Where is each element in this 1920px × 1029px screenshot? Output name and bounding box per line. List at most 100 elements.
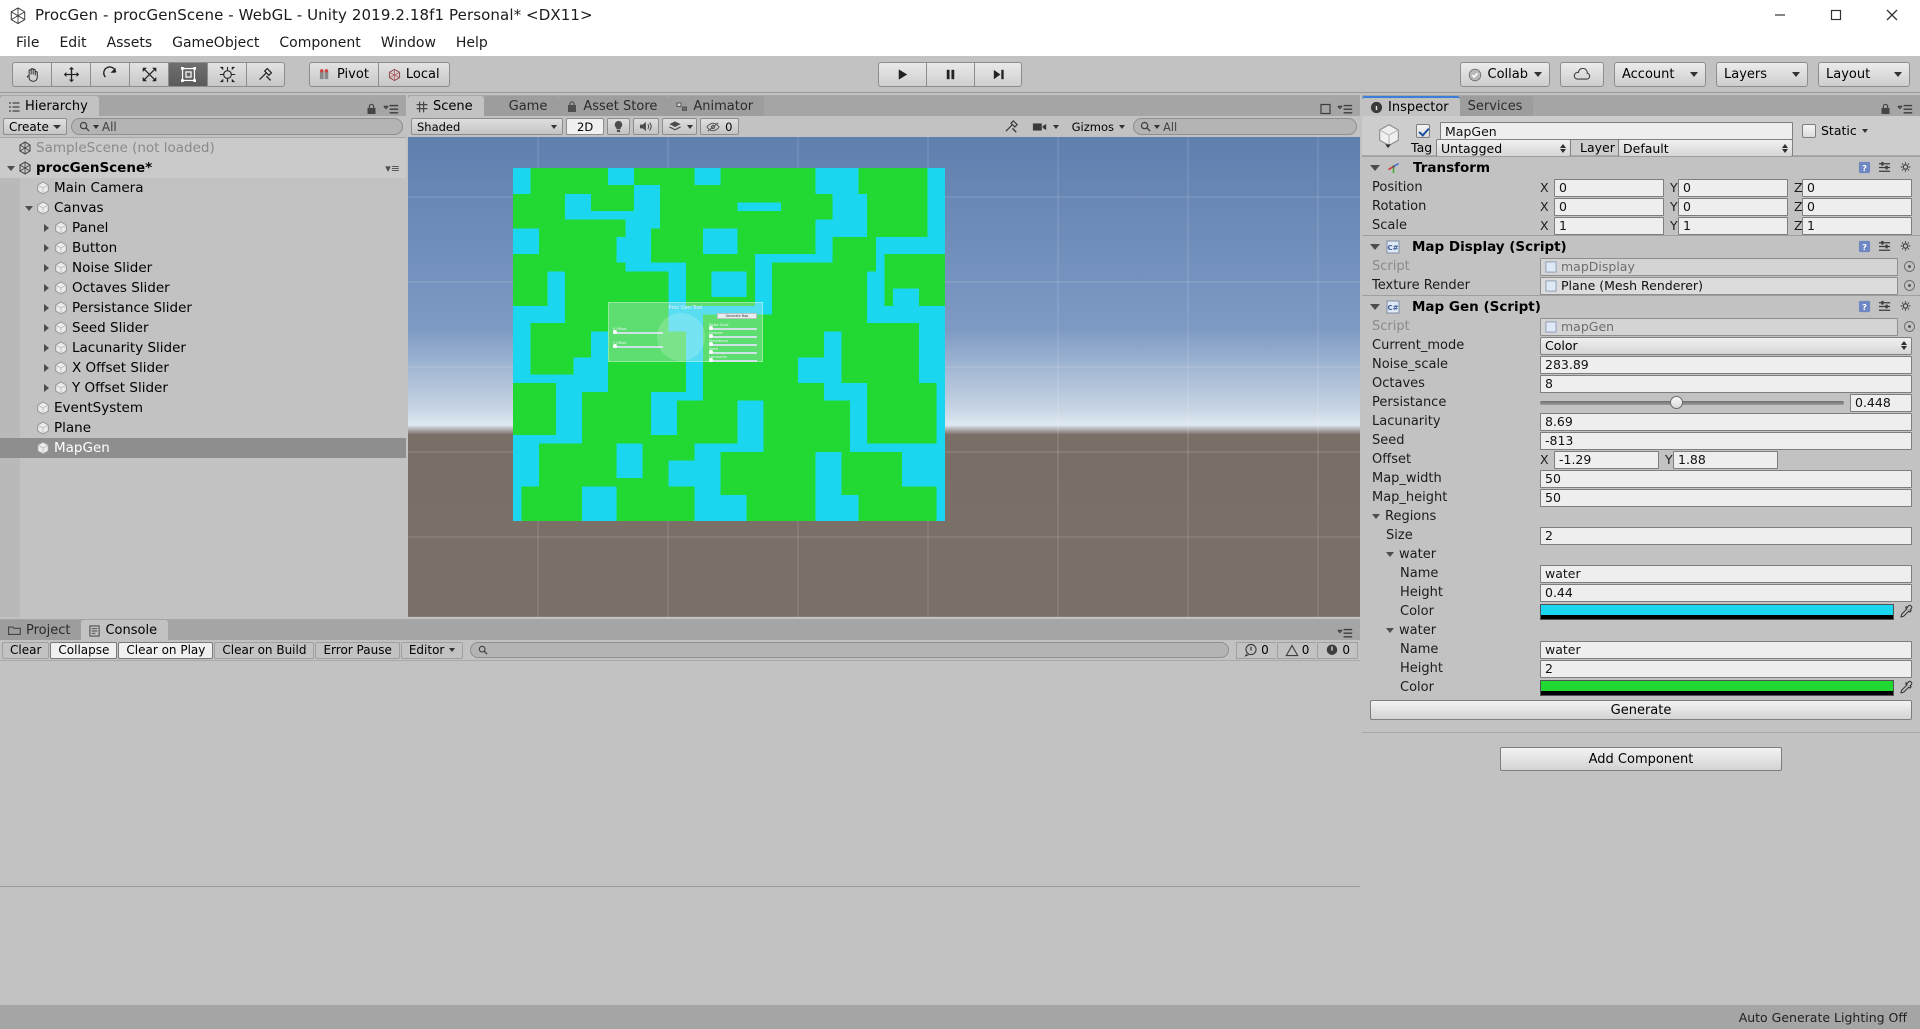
tab-project[interactable]: Project	[0, 620, 82, 641]
chevron-right-icon[interactable]	[40, 344, 53, 352]
mode-dropdown[interactable]: Color	[1540, 336, 1912, 355]
tab-hierarchy[interactable]: Hierarchy	[0, 96, 99, 117]
chevron-right-icon[interactable]	[40, 264, 53, 272]
slider-track[interactable]	[1540, 395, 1844, 409]
menu-file[interactable]: File	[6, 33, 49, 53]
color-swatch-field[interactable]	[1540, 679, 1894, 696]
transform-tool-button[interactable]	[207, 61, 246, 87]
hierarchy-row[interactable]: SampleScene (not loaded)	[0, 138, 406, 158]
canvas-slider-seed[interactable]: Seed	[709, 347, 757, 355]
chevron-down-icon[interactable]	[1386, 628, 1394, 633]
offset-y-field[interactable]: 1.88	[1673, 450, 1778, 469]
toggle-2d-button[interactable]: 2D	[566, 118, 605, 135]
value-field[interactable]: 50	[1540, 488, 1912, 507]
static-toggle[interactable]: Static	[1802, 123, 1868, 138]
account-button[interactable]: Account	[1614, 62, 1706, 87]
position-z-field[interactable]: 1	[1802, 216, 1912, 235]
hierarchy-row[interactable]: MapGen	[0, 438, 406, 458]
position-z-field[interactable]: 0	[1802, 197, 1912, 216]
position-y-field[interactable]: 0	[1678, 197, 1788, 216]
slider-field[interactable]: 0.448	[1540, 393, 1920, 412]
console-error-counter[interactable]: 0	[1317, 641, 1358, 659]
console-clear-on-play-button[interactable]: Clear on Play	[118, 641, 214, 659]
canvas-slider-noise[interactable]: Noise Scale	[709, 323, 757, 331]
object-name-field[interactable]: MapGen	[1440, 122, 1793, 140]
tab-services[interactable]: Services	[1459, 96, 1534, 117]
help-icon[interactable]: ?	[1858, 161, 1871, 174]
hierarchy-row[interactable]: Seed Slider	[0, 318, 406, 338]
vector3-field[interactable]: X0Y0Z0	[1540, 197, 1920, 216]
object-reference-field[interactable]: Plane (Mesh Renderer)	[1540, 276, 1898, 295]
hierarchy-row[interactable]: X Offset Slider	[0, 358, 406, 378]
hierarchy-row[interactable]: Y Offset Slider	[0, 378, 406, 398]
color-field-row[interactable]	[1540, 679, 1920, 696]
hierarchy-row[interactable]: procGenScene* ▾≡	[0, 158, 406, 178]
hierarchy-row[interactable]: Noise Slider	[0, 258, 406, 278]
scene-viewport[interactable]: Proc Gen Tool Generate Map Noise Scale O…	[408, 137, 1360, 617]
play-button[interactable]	[878, 62, 926, 87]
position-x-field[interactable]: 0	[1554, 178, 1664, 197]
value-field[interactable]: 8	[1540, 374, 1912, 393]
menu-edit[interactable]: Edit	[49, 33, 96, 53]
hierarchy-row[interactable]: Canvas	[0, 198, 406, 218]
lock-icon[interactable]	[366, 103, 377, 115]
value-field[interactable]: 0.44	[1540, 583, 1912, 602]
console-splitter[interactable]	[0, 886, 1360, 887]
scale-tool-button[interactable]	[129, 61, 168, 87]
vector2-field[interactable]: X -1.29 Y 1.88	[1540, 450, 1920, 469]
layout-button[interactable]: Layout	[1818, 62, 1910, 87]
close-button[interactable]	[1864, 0, 1920, 30]
color-swatch-field[interactable]	[1540, 603, 1894, 620]
chevron-right-icon[interactable]	[40, 364, 53, 372]
chevron-right-icon[interactable]	[40, 284, 53, 292]
chevron-down-icon[interactable]	[1370, 164, 1380, 171]
canvas-slider-y-offset[interactable]: Y Offset	[613, 341, 663, 349]
generate-button[interactable]: Generate	[1370, 700, 1912, 720]
gear-icon[interactable]	[1899, 300, 1912, 313]
scene-search-input[interactable]: All	[1133, 118, 1357, 135]
static-checkbox[interactable]	[1802, 123, 1816, 138]
tab-scene[interactable]: Scene	[408, 96, 484, 117]
console-collapse-button[interactable]: Collapse	[50, 641, 118, 659]
step-button[interactable]	[974, 62, 1022, 87]
row-label[interactable]: water	[1362, 623, 1540, 638]
hierarchy-search-input[interactable]: All	[70, 118, 403, 135]
value-field[interactable]: water	[1540, 564, 1912, 583]
custom-tool-button[interactable]	[246, 61, 285, 87]
hierarchy-row[interactable]: Plane	[0, 418, 406, 438]
menu-help[interactable]: Help	[446, 33, 498, 53]
component-header[interactable]: C# Map Display (Script)?	[1362, 235, 1920, 257]
scene-camera-button[interactable]	[1026, 118, 1064, 135]
hierarchy-row[interactable]: EventSystem	[0, 398, 406, 418]
console-clear-button[interactable]: Clear	[2, 641, 50, 659]
chevron-down-icon[interactable]	[1370, 243, 1380, 250]
slider-value-field[interactable]: 0.448	[1850, 393, 1912, 412]
chevron-right-icon[interactable]	[40, 304, 53, 312]
gear-icon[interactable]	[1899, 161, 1912, 174]
menu-assets[interactable]: Assets	[97, 33, 163, 53]
hierarchy-row[interactable]: Button	[0, 238, 406, 258]
chevron-down-icon[interactable]	[22, 205, 35, 211]
canvas-slider-octaves[interactable]: Octaves	[709, 331, 757, 339]
menu-gameobject[interactable]: GameObject	[162, 33, 269, 53]
offset-x-field[interactable]: -1.29	[1554, 450, 1659, 469]
position-y-field[interactable]: 0	[1678, 178, 1788, 197]
scene-fx-toggle[interactable]	[662, 118, 698, 135]
position-x-field[interactable]: 1	[1554, 216, 1664, 235]
value-field[interactable]: 2	[1540, 526, 1912, 545]
hand-tool-button[interactable]	[12, 61, 51, 87]
console-clear-on-build-button[interactable]: Clear on Build	[214, 641, 315, 659]
console-search-input[interactable]	[470, 642, 1230, 658]
tab-game[interactable]: Game	[483, 96, 559, 117]
help-icon[interactable]: ?	[1858, 240, 1871, 253]
tab-inspector[interactable]: Inspector	[1362, 96, 1460, 117]
object-picker-button[interactable]	[1904, 320, 1915, 332]
menu-window[interactable]: Window	[371, 33, 446, 53]
position-x-field[interactable]: 0	[1554, 197, 1664, 216]
chevron-right-icon[interactable]	[40, 244, 53, 252]
color-field-row[interactable]	[1540, 603, 1920, 620]
gizmos-button[interactable]: Gizmos	[1066, 118, 1130, 135]
tab-animator[interactable]: Animator	[668, 96, 765, 117]
hierarchy-row[interactable]: Main Camera	[0, 178, 406, 198]
value-field[interactable]: 283.89	[1540, 355, 1912, 374]
